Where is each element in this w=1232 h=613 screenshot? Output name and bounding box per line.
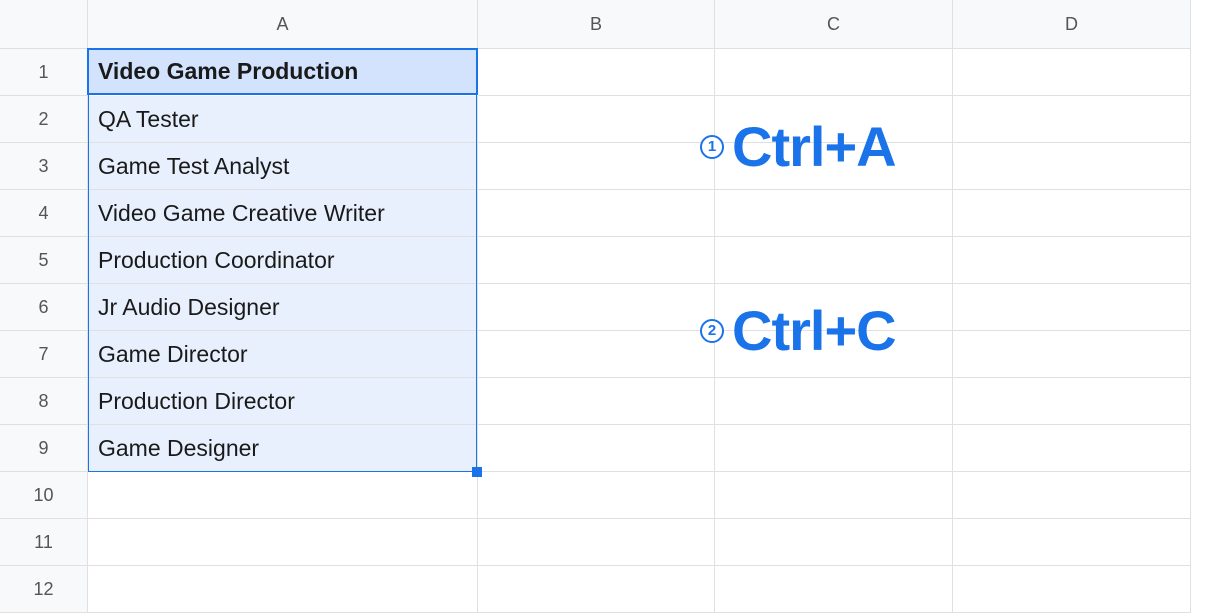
- cell-a7[interactable]: Game Director: [88, 331, 478, 378]
- cell-d1[interactable]: [953, 49, 1191, 96]
- cell-value: Jr Audio Designer: [98, 294, 280, 321]
- cell-b7[interactable]: [478, 331, 715, 378]
- cell-value: Game Test Analyst: [98, 153, 289, 180]
- row-label: 12: [33, 579, 53, 600]
- row-header-10[interactable]: 10: [0, 472, 88, 519]
- row-header-5[interactable]: 5: [0, 237, 88, 284]
- cell-b12[interactable]: [478, 566, 715, 613]
- cell-value: Production Coordinator: [98, 247, 335, 274]
- cell-c5[interactable]: [715, 237, 953, 284]
- cell-value: Game Director: [98, 341, 248, 368]
- cell-d7[interactable]: [953, 331, 1191, 378]
- cell-b1[interactable]: [478, 49, 715, 96]
- row-label: 9: [38, 438, 48, 459]
- cell-a10[interactable]: [88, 472, 478, 519]
- cell-d4[interactable]: [953, 190, 1191, 237]
- row-header-11[interactable]: 11: [0, 519, 88, 566]
- annotation-badge-1: 1: [700, 135, 724, 159]
- cell-c12[interactable]: [715, 566, 953, 613]
- row-label: 10: [33, 485, 53, 506]
- fill-handle[interactable]: [472, 467, 482, 477]
- annotation-text-2: Ctrl+C: [732, 298, 896, 363]
- row-label: 4: [38, 203, 48, 224]
- col-label: A: [276, 14, 288, 35]
- col-label: D: [1065, 14, 1078, 35]
- cell-a12[interactable]: [88, 566, 478, 613]
- row-header-4[interactable]: 4: [0, 190, 88, 237]
- cell-a1[interactable]: Video Game Production: [87, 48, 478, 95]
- row-header-3[interactable]: 3: [0, 143, 88, 190]
- cell-d12[interactable]: [953, 566, 1191, 613]
- row-label: 7: [38, 344, 48, 365]
- cell-d6[interactable]: [953, 284, 1191, 331]
- cell-a11[interactable]: [88, 519, 478, 566]
- column-header-d[interactable]: D: [953, 0, 1191, 49]
- cell-b9[interactable]: [478, 425, 715, 472]
- select-all-corner[interactable]: [0, 0, 88, 49]
- row-header-1[interactable]: 1: [0, 49, 88, 96]
- cell-b10[interactable]: [478, 472, 715, 519]
- row-header-2[interactable]: 2: [0, 96, 88, 143]
- cell-b5[interactable]: [478, 237, 715, 284]
- cell-value: Production Director: [98, 388, 295, 415]
- cell-b8[interactable]: [478, 378, 715, 425]
- row-label: 2: [38, 109, 48, 130]
- row-label: 1: [38, 62, 48, 83]
- row-label: 6: [38, 297, 48, 318]
- cell-d8[interactable]: [953, 378, 1191, 425]
- annotation-1: 1 Ctrl+A: [700, 114, 896, 179]
- column-header-c[interactable]: C: [715, 0, 953, 49]
- cell-a2[interactable]: QA Tester: [88, 96, 478, 143]
- cell-d11[interactable]: [953, 519, 1191, 566]
- cell-d2[interactable]: [953, 96, 1191, 143]
- cell-b6[interactable]: [478, 284, 715, 331]
- cell-d5[interactable]: [953, 237, 1191, 284]
- column-header-a[interactable]: A: [88, 0, 478, 49]
- cell-a5[interactable]: Production Coordinator: [88, 237, 478, 284]
- cell-value: QA Tester: [98, 106, 199, 133]
- row-header-8[interactable]: 8: [0, 378, 88, 425]
- cell-a6[interactable]: Jr Audio Designer: [88, 284, 478, 331]
- row-label: 8: [38, 391, 48, 412]
- cell-a3[interactable]: Game Test Analyst: [88, 143, 478, 190]
- row-header-9[interactable]: 9: [0, 425, 88, 472]
- cell-value: Video Game Production: [98, 58, 358, 85]
- cell-c10[interactable]: [715, 472, 953, 519]
- cell-b4[interactable]: [478, 190, 715, 237]
- cell-b3[interactable]: [478, 143, 715, 190]
- cell-c1[interactable]: [715, 49, 953, 96]
- row-label: 3: [38, 156, 48, 177]
- cell-a8[interactable]: Production Director: [88, 378, 478, 425]
- cell-c9[interactable]: [715, 425, 953, 472]
- col-label: C: [827, 14, 840, 35]
- annotation-2: 2 Ctrl+C: [700, 298, 896, 363]
- cell-a9[interactable]: Game Designer: [88, 425, 478, 472]
- col-label: B: [590, 14, 602, 35]
- cell-c8[interactable]: [715, 378, 953, 425]
- cell-value: Game Designer: [98, 435, 259, 462]
- row-label: 5: [38, 250, 48, 271]
- cell-value: Video Game Creative Writer: [98, 200, 385, 227]
- cell-d10[interactable]: [953, 472, 1191, 519]
- spreadsheet-grid[interactable]: A B C D 1 Video Game Production 2 QA Tes…: [0, 0, 1232, 613]
- cell-d9[interactable]: [953, 425, 1191, 472]
- cell-b2[interactable]: [478, 96, 715, 143]
- row-header-12[interactable]: 12: [0, 566, 88, 613]
- annotation-text-1: Ctrl+A: [732, 114, 896, 179]
- cell-c11[interactable]: [715, 519, 953, 566]
- row-header-6[interactable]: 6: [0, 284, 88, 331]
- cell-a4[interactable]: Video Game Creative Writer: [88, 190, 478, 237]
- annotation-badge-2: 2: [700, 319, 724, 343]
- column-header-b[interactable]: B: [478, 0, 715, 49]
- cell-b11[interactable]: [478, 519, 715, 566]
- cell-d3[interactable]: [953, 143, 1191, 190]
- cell-c4[interactable]: [715, 190, 953, 237]
- row-label: 11: [34, 532, 53, 553]
- row-header-7[interactable]: 7: [0, 331, 88, 378]
